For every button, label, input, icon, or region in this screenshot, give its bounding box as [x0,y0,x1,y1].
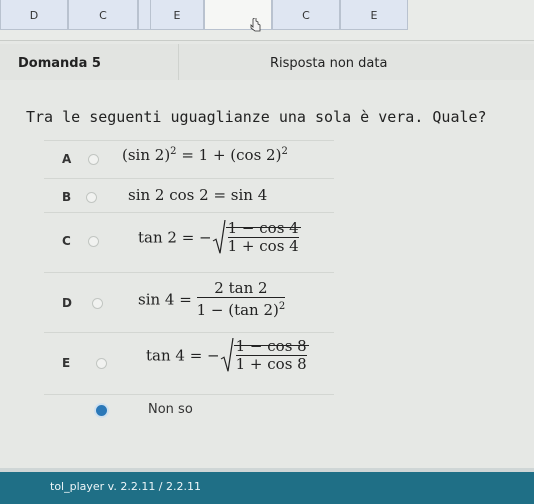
option-c-letter: C [62,234,71,248]
answer-cell-2[interactable]: C [68,0,138,30]
answer-cell-label: C [302,9,310,22]
option-e-fraction: 1 − cos 81 + cos 8 [235,337,307,373]
option-d-fraction: 2 tan 2 1 − (tan 2)2 [196,279,286,319]
answer-cell-4[interactable]: E [150,0,204,30]
option-b-letter: B [62,190,72,204]
option-b-formula: sin 2 cos 2 = sin 4 [128,186,268,204]
option-c-fraction: 1 − cos 41 + cos 4 [227,219,299,255]
option-d-lhs: sin 4 = [138,290,197,309]
answer-grid-strip: D C C E C E [0,0,534,41]
option-e-formula: tan 4 = − 1 − cos 81 + cos 8 [146,338,309,373]
option-c-numerator: 1 − cos 4 [227,219,299,237]
option-a-exp2: 2 [281,146,288,157]
option-a-rhs: = 1 + (cos 2) [176,146,282,164]
option-d-numerator: 2 tan 2 [214,279,268,297]
option-e-numerator: 1 − cos 8 [235,337,307,355]
sqrt-symbol: 1 − cos 41 + cos 4 [212,220,301,255]
answer-cell-label: E [370,9,378,22]
option-d-letter: D [62,296,72,310]
footer-divider [0,468,534,472]
option-c-formula: tan 2 = − 1 − cos 41 + cos 4 [138,220,301,255]
option-a-radio[interactable] [88,154,99,165]
sqrt-symbol: 1 − cos 81 + cos 8 [220,338,309,373]
option-c-denominator: 1 + cos 4 [227,237,299,255]
question-text: Tra le seguenti uguaglianze una sola è v… [26,108,487,126]
question-header: Domanda 5 Risposta non data [0,44,534,80]
option-d-radio[interactable] [92,298,103,309]
option-e-letter: E [62,356,71,370]
answer-status: Risposta non data [270,56,388,71]
answer-cell-7[interactable]: E [340,0,408,30]
question-number: Domanda 5 [18,56,101,71]
answer-cell-label: E [173,9,181,22]
header-divider [178,44,179,80]
option-a-lhs: (sin 2) [122,146,171,164]
version-label: tol_player v. 2.2.11 / 2.2.11 [50,480,201,493]
option-d-formula: sin 4 = 2 tan 2 1 − (tan 2)2 [138,279,286,319]
option-a-letter: A [62,152,72,166]
option-a-formula: (sin 2)2 = 1 + (cos 2)2 [122,146,288,164]
answer-cell-1[interactable]: D [0,0,68,30]
hand-cursor-icon [250,18,261,32]
option-nonso-label: Non so [148,402,193,417]
option-nonso-radio[interactable] [96,405,107,416]
answer-cell-6[interactable]: C [272,0,340,30]
option-d-denominator: 1 − (tan 2) [196,301,279,319]
option-c-lhs: tan 2 = − [138,228,212,247]
option-c-radio[interactable] [88,236,99,247]
option-e-denominator: 1 + cos 8 [235,355,307,373]
option-d-den-exp: 2 [278,301,286,312]
option-e-radio[interactable] [96,358,107,369]
option-b-radio[interactable] [86,192,97,203]
option-e-lhs: tan 4 = − [146,346,220,365]
answer-cell-label: C [99,9,107,22]
answer-cell-label: D [29,9,39,22]
